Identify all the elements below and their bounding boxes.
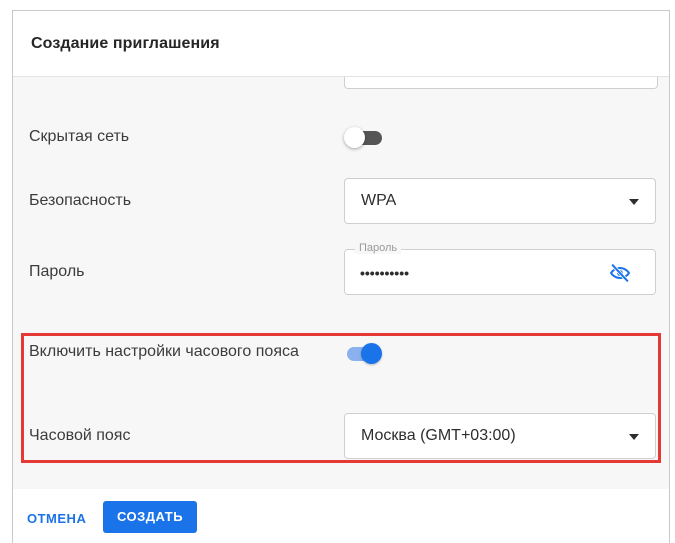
dialog-footer: ОТМЕНА СОЗДАТЬ (13, 489, 669, 543)
password-field-legend: Пароль (355, 242, 402, 254)
password-field[interactable]: Пароль •••••••••• (344, 242, 656, 295)
hidden-network-toggle[interactable] (344, 125, 384, 149)
cancel-button[interactable]: ОТМЕНА (27, 511, 86, 526)
password-masked-value: •••••••••• (360, 265, 410, 281)
security-label: Безопасность (29, 192, 132, 209)
password-label: Пароль (29, 263, 85, 280)
dialog-body[interactable]: Скрытая сеть Безопасность WPA Пароль Пар… (13, 77, 669, 489)
eye-off-icon[interactable] (609, 262, 631, 284)
partially-hidden-field[interactable] (344, 77, 658, 89)
highlight-frame (21, 333, 661, 463)
create-invitation-dialog: Создание приглашения Скрытая сеть Безопа… (12, 10, 670, 543)
toggle-thumb (344, 127, 365, 148)
chevron-down-icon (629, 199, 639, 205)
dialog-title: Создание приглашения (31, 35, 220, 52)
hidden-network-label: Скрытая сеть (29, 128, 130, 145)
security-select[interactable]: WPA (344, 178, 656, 224)
dialog-header: Создание приглашения (13, 11, 669, 77)
security-select-value: WPA (361, 192, 397, 209)
create-button[interactable]: СОЗДАТЬ (103, 501, 197, 533)
